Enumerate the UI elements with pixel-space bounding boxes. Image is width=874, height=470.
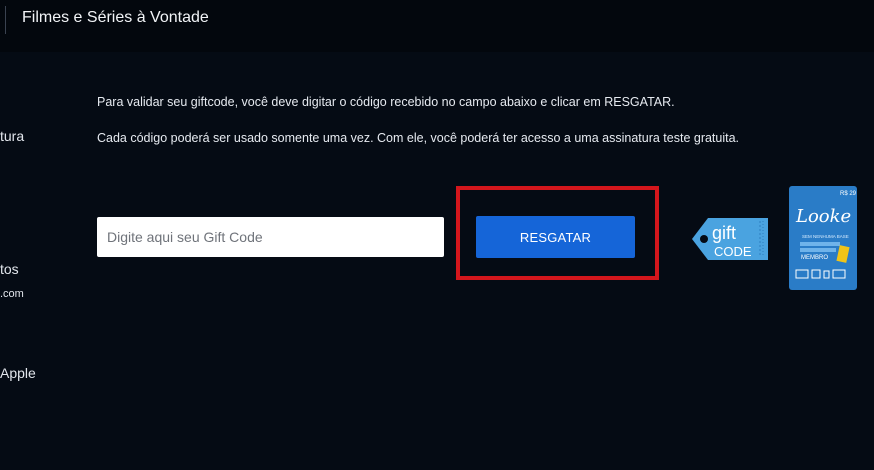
looke-gift-card-image: R$ 29 Looke SEM NENHUMA BASE MEMBRO xyxy=(789,186,857,290)
instruction-text-1: Para validar seu giftcode, você deve dig… xyxy=(97,95,675,109)
card-brand: Looke xyxy=(795,206,851,227)
card-stripe-2 xyxy=(800,248,836,252)
page-title: Filmes e Séries à Vontade xyxy=(22,9,209,26)
card-stripe-1 xyxy=(800,242,840,246)
card-price: R$ 29 xyxy=(840,191,857,197)
tag-hole xyxy=(700,235,708,243)
tag-code-text: CODE xyxy=(714,244,752,259)
sidebar-item-apple[interactable]: Apple xyxy=(0,365,36,381)
card-tagline: SEM NENHUMA BASE xyxy=(802,234,849,239)
gift-code-tag-image: gift CODE xyxy=(692,218,768,260)
instruction-text-2: Cada código poderá ser usado somente uma… xyxy=(97,131,740,145)
sidebar-item-signature[interactable]: tura xyxy=(0,128,24,144)
redeem-button[interactable]: RESGATAR xyxy=(476,216,635,258)
sidebar-item-email-domain: .com xyxy=(0,288,24,300)
topbar-divider xyxy=(5,6,6,34)
giftcode-input[interactable] xyxy=(97,217,444,257)
top-bar: Filmes e Séries à Vontade xyxy=(0,0,874,52)
sidebar-item-tos[interactable]: tos xyxy=(0,261,19,277)
tag-gift-text: gift xyxy=(712,223,736,243)
card-member-text: MEMBRO xyxy=(801,255,828,261)
